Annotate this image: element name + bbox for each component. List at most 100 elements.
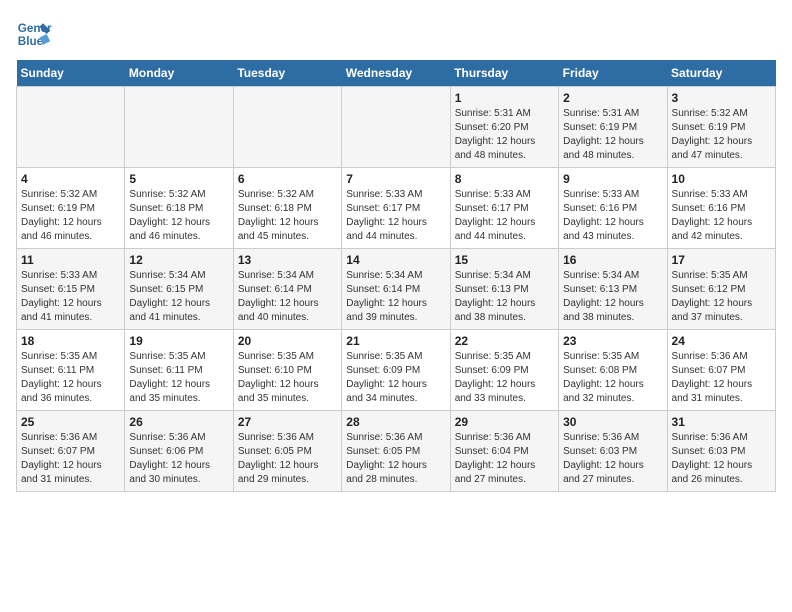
day-number: 22 [455, 334, 554, 348]
day-info: Sunrise: 5:32 AM Sunset: 6:19 PM Dayligh… [21, 188, 120, 244]
day-info: Sunrise: 5:34 AM Sunset: 6:14 PM Dayligh… [346, 269, 445, 325]
calendar-cell: 5 Sunrise: 5:32 AM Sunset: 6:18 PM Daylig… [125, 168, 233, 249]
day-number: 21 [346, 334, 445, 348]
calendar-cell: 22 Sunrise: 5:35 AM Sunset: 6:09 PM Dayli… [450, 330, 558, 411]
day-number: 28 [346, 415, 445, 429]
day-info: Sunrise: 5:36 AM Sunset: 6:07 PM Dayligh… [21, 431, 120, 487]
calendar-cell: 19 Sunrise: 5:35 AM Sunset: 6:11 PM Dayli… [125, 330, 233, 411]
week-row-4: 18 Sunrise: 5:35 AM Sunset: 6:11 PM Dayli… [17, 330, 776, 411]
calendar-cell: 20 Sunrise: 5:35 AM Sunset: 6:10 PM Dayli… [233, 330, 341, 411]
calendar-header-row: SundayMondayTuesdayWednesdayThursdayFrid… [17, 60, 776, 87]
day-info: Sunrise: 5:33 AM Sunset: 6:16 PM Dayligh… [563, 188, 662, 244]
header-sunday: Sunday [17, 60, 125, 87]
calendar-cell: 26Sunrise: 5:36 AM Sunset: 6:06 PM Dayli… [125, 411, 233, 492]
day-info: Sunrise: 5:33 AM Sunset: 6:15 PM Dayligh… [21, 269, 120, 325]
calendar-cell: 15Sunrise: 5:34 AM Sunset: 6:13 PM Dayli… [450, 249, 558, 330]
day-number: 31 [672, 415, 771, 429]
day-number: 9 [563, 172, 662, 186]
calendar-cell: 17 Sunrise: 5:35 AM Sunset: 6:12 PM Dayli… [667, 249, 775, 330]
calendar-cell: 27Sunrise: 5:36 AM Sunset: 6:05 PM Dayli… [233, 411, 341, 492]
calendar-cell: 16 Sunrise: 5:34 AM Sunset: 6:13 PM Dayli… [559, 249, 667, 330]
logo-icon: General Blue [16, 16, 52, 52]
calendar-cell: 21 Sunrise: 5:35 AM Sunset: 6:09 PM Dayli… [342, 330, 450, 411]
calendar-cell [233, 87, 341, 168]
day-info: Sunrise: 5:36 AM Sunset: 6:05 PM Dayligh… [346, 431, 445, 487]
calendar-cell: 8 Sunrise: 5:33 AM Sunset: 6:17 PM Daylig… [450, 168, 558, 249]
week-row-5: 25 Sunrise: 5:36 AM Sunset: 6:07 PM Dayli… [17, 411, 776, 492]
day-number: 8 [455, 172, 554, 186]
calendar-cell: 11 Sunrise: 5:33 AM Sunset: 6:15 PM Dayli… [17, 249, 125, 330]
day-number: 20 [238, 334, 337, 348]
day-number: 16 [563, 253, 662, 267]
calendar-cell: 18 Sunrise: 5:35 AM Sunset: 6:11 PM Dayli… [17, 330, 125, 411]
calendar-cell: 6 Sunrise: 5:32 AM Sunset: 6:18 PM Daylig… [233, 168, 341, 249]
day-info: Sunrise: 5:33 AM Sunset: 6:16 PM Dayligh… [672, 188, 771, 244]
day-number: 3 [672, 91, 771, 105]
day-info: Sunrise: 5:32 AM Sunset: 6:18 PM Dayligh… [238, 188, 337, 244]
day-number: 27 [238, 415, 337, 429]
svg-text:Blue: Blue [18, 35, 44, 48]
day-info: Sunrise: 5:34 AM Sunset: 6:14 PM Dayligh… [238, 269, 337, 325]
day-info: Sunrise: 5:35 AM Sunset: 6:09 PM Dayligh… [455, 350, 554, 406]
calendar-cell: 10Sunrise: 5:33 AM Sunset: 6:16 PM Dayli… [667, 168, 775, 249]
calendar-cell: 4Sunrise: 5:32 AM Sunset: 6:19 PM Daylig… [17, 168, 125, 249]
day-info: Sunrise: 5:35 AM Sunset: 6:11 PM Dayligh… [21, 350, 120, 406]
day-info: Sunrise: 5:32 AM Sunset: 6:19 PM Dayligh… [672, 107, 771, 163]
calendar-cell: 25 Sunrise: 5:36 AM Sunset: 6:07 PM Dayli… [17, 411, 125, 492]
day-number: 12 [129, 253, 228, 267]
day-number: 26 [129, 415, 228, 429]
calendar-cell [342, 87, 450, 168]
logo: General Blue [16, 16, 52, 52]
day-number: 2 [563, 91, 662, 105]
day-number: 25 [21, 415, 120, 429]
calendar-cell: 31 Sunrise: 5:36 AM Sunset: 6:03 PM Dayli… [667, 411, 775, 492]
day-info: Sunrise: 5:35 AM Sunset: 6:12 PM Dayligh… [672, 269, 771, 325]
day-number: 11 [21, 253, 120, 267]
day-info: Sunrise: 5:34 AM Sunset: 6:13 PM Dayligh… [563, 269, 662, 325]
day-info: Sunrise: 5:31 AM Sunset: 6:20 PM Dayligh… [455, 107, 554, 163]
day-number: 14 [346, 253, 445, 267]
day-number: 1 [455, 91, 554, 105]
day-number: 23 [563, 334, 662, 348]
day-number: 29 [455, 415, 554, 429]
day-number: 24 [672, 334, 771, 348]
day-info: Sunrise: 5:35 AM Sunset: 6:09 PM Dayligh… [346, 350, 445, 406]
day-info: Sunrise: 5:35 AM Sunset: 6:11 PM Dayligh… [129, 350, 228, 406]
day-number: 15 [455, 253, 554, 267]
header-thursday: Thursday [450, 60, 558, 87]
week-row-1: 1 Sunrise: 5:31 AM Sunset: 6:20 PM Daylig… [17, 87, 776, 168]
day-info: Sunrise: 5:31 AM Sunset: 6:19 PM Dayligh… [563, 107, 662, 163]
day-number: 30 [563, 415, 662, 429]
day-info: Sunrise: 5:36 AM Sunset: 6:03 PM Dayligh… [672, 431, 771, 487]
day-info: Sunrise: 5:33 AM Sunset: 6:17 PM Dayligh… [455, 188, 554, 244]
day-number: 5 [129, 172, 228, 186]
day-info: Sunrise: 5:34 AM Sunset: 6:15 PM Dayligh… [129, 269, 228, 325]
calendar-cell: 12 Sunrise: 5:34 AM Sunset: 6:15 PM Dayli… [125, 249, 233, 330]
day-number: 17 [672, 253, 771, 267]
day-info: Sunrise: 5:35 AM Sunset: 6:10 PM Dayligh… [238, 350, 337, 406]
header-wednesday: Wednesday [342, 60, 450, 87]
header-tuesday: Tuesday [233, 60, 341, 87]
calendar-cell: 9 Sunrise: 5:33 AM Sunset: 6:16 PM Daylig… [559, 168, 667, 249]
day-info: Sunrise: 5:33 AM Sunset: 6:17 PM Dayligh… [346, 188, 445, 244]
day-info: Sunrise: 5:35 AM Sunset: 6:08 PM Dayligh… [563, 350, 662, 406]
day-number: 18 [21, 334, 120, 348]
calendar-table: SundayMondayTuesdayWednesdayThursdayFrid… [16, 60, 776, 492]
day-number: 7 [346, 172, 445, 186]
calendar-cell: 29 Sunrise: 5:36 AM Sunset: 6:04 PM Dayli… [450, 411, 558, 492]
calendar-cell [17, 87, 125, 168]
calendar-cell: 24Sunrise: 5:36 AM Sunset: 6:07 PM Dayli… [667, 330, 775, 411]
calendar-cell: 1 Sunrise: 5:31 AM Sunset: 6:20 PM Daylig… [450, 87, 558, 168]
day-info: Sunrise: 5:32 AM Sunset: 6:18 PM Dayligh… [129, 188, 228, 244]
calendar-cell: 7 Sunrise: 5:33 AM Sunset: 6:17 PM Daylig… [342, 168, 450, 249]
day-number: 6 [238, 172, 337, 186]
calendar-cell: 3 Sunrise: 5:32 AM Sunset: 6:19 PM Daylig… [667, 87, 775, 168]
week-row-3: 11 Sunrise: 5:33 AM Sunset: 6:15 PM Dayli… [17, 249, 776, 330]
calendar-cell: 30Sunrise: 5:36 AM Sunset: 6:03 PM Dayli… [559, 411, 667, 492]
calendar-cell [125, 87, 233, 168]
day-info: Sunrise: 5:36 AM Sunset: 6:04 PM Dayligh… [455, 431, 554, 487]
header-saturday: Saturday [667, 60, 775, 87]
header-monday: Monday [125, 60, 233, 87]
day-number: 19 [129, 334, 228, 348]
page-header: General Blue [16, 16, 776, 52]
